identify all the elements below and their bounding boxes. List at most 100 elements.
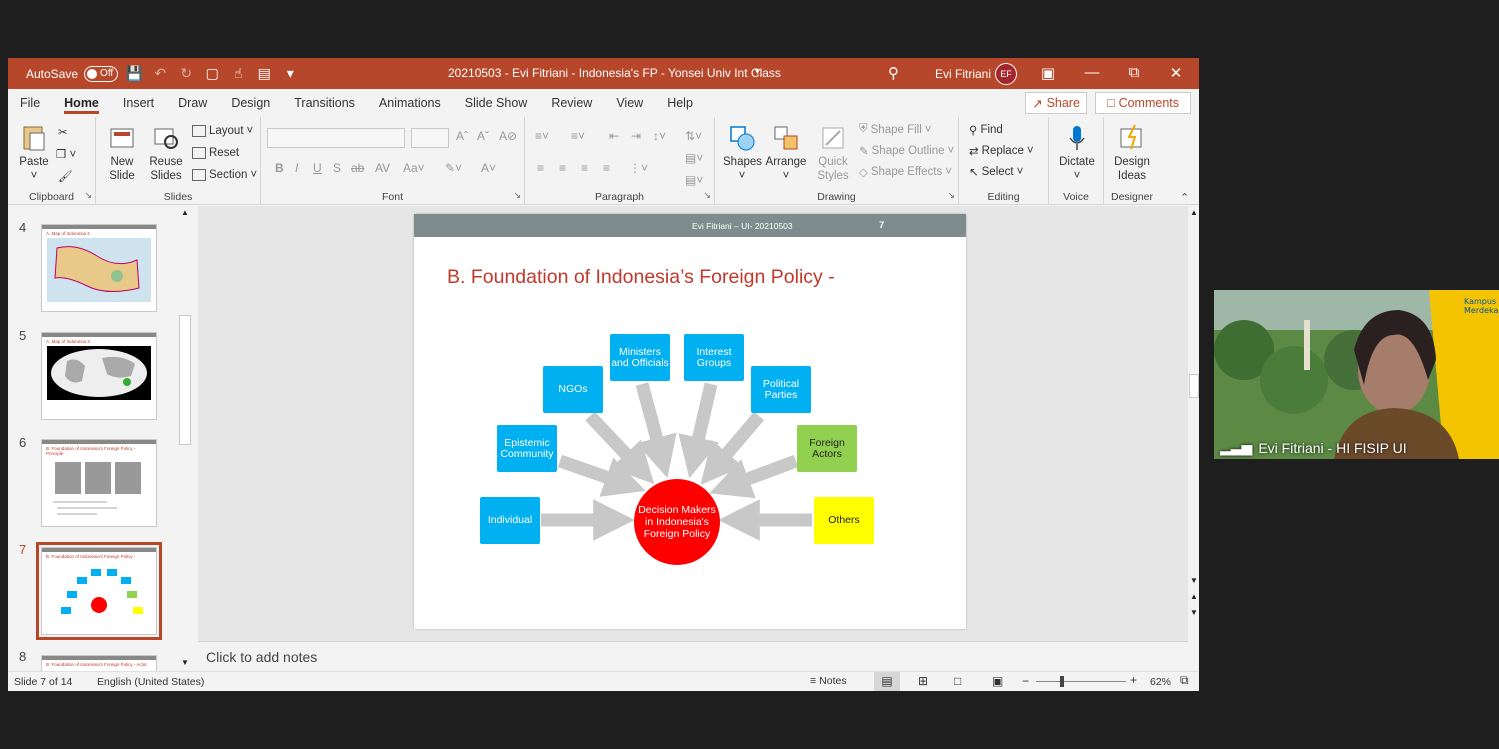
- node-ngos[interactable]: NGOs: [543, 366, 603, 413]
- copy-icon[interactable]: ❐ ˅: [56, 147, 76, 161]
- quick-styles-button[interactable]: Quick Styles: [811, 123, 855, 183]
- close-icon[interactable]: ✕: [1166, 64, 1186, 82]
- shapes-button[interactable]: Shapes ˅: [723, 123, 762, 183]
- bold-icon[interactable]: B: [275, 161, 284, 175]
- numbering-icon[interactable]: ≡˅: [571, 129, 585, 143]
- comments-button[interactable]: □ Comments: [1095, 92, 1191, 114]
- bullets-icon[interactable]: ≡˅: [535, 129, 549, 143]
- find-button[interactable]: ⚲ Find: [969, 123, 1003, 137]
- save-icon[interactable]: 💾: [124, 65, 144, 82]
- slide-canvas[interactable]: Evi Fitriani – UI- 20210503 7 B. Foundat…: [414, 214, 966, 629]
- previous-slide-icon[interactable]: ▲: [1190, 592, 1198, 601]
- tab-file[interactable]: File: [8, 89, 52, 117]
- node-foreign-actors[interactable]: Foreign Actors: [797, 425, 857, 472]
- node-others[interactable]: Others: [814, 497, 874, 544]
- thumbnail-scrollbar[interactable]: ▲ ▼: [177, 208, 193, 669]
- slideshow-icon[interactable]: ▣: [992, 674, 1003, 688]
- ribbon-display-icon[interactable]: ▣: [1038, 64, 1058, 82]
- increase-indent-icon[interactable]: ⇥: [631, 129, 641, 143]
- format-painter-icon[interactable]: 🖌: [58, 169, 73, 183]
- font-color-icon[interactable]: A˅: [481, 161, 496, 175]
- autosave-toggle[interactable]: Off: [84, 65, 119, 82]
- slide-thumbnail-7[interactable]: B. Foundation of Indonesia's Foreign Pol…: [36, 542, 162, 640]
- increase-font-icon[interactable]: Aˆ: [456, 129, 468, 143]
- scroll-down-icon[interactable]: ▼: [181, 658, 189, 667]
- minimize-icon[interactable]: —: [1082, 64, 1102, 81]
- tab-help[interactable]: Help: [655, 89, 705, 117]
- scroll-up-icon[interactable]: ▲: [1190, 208, 1198, 217]
- font-name-combo[interactable]: [267, 128, 405, 148]
- customize-qat-icon[interactable]: ▾: [280, 65, 300, 82]
- shape-effects-button[interactable]: ◇ Shape Effects ˅: [859, 165, 952, 179]
- reset-button[interactable]: Reset: [192, 147, 239, 159]
- slide-thumbnail-4[interactable]: A. Map of Indonesia 2: [41, 224, 157, 312]
- spacing-icon[interactable]: AV: [375, 161, 390, 175]
- tab-view[interactable]: View: [604, 89, 655, 117]
- decrease-font-icon[interactable]: Aˇ: [477, 129, 489, 143]
- scrollbar-thumb[interactable]: [1189, 374, 1199, 398]
- clear-format-icon[interactable]: A⊘: [499, 129, 517, 143]
- align-right-icon[interactable]: ≡: [581, 161, 588, 175]
- dialog-launcher-icon[interactable]: ↘: [84, 190, 92, 201]
- avatar[interactable]: EF: [995, 63, 1017, 85]
- notes-button[interactable]: ≡ Notes: [810, 675, 847, 687]
- tab-transitions[interactable]: Transitions: [282, 89, 367, 117]
- notes-pane[interactable]: Click to add notes: [198, 641, 1188, 671]
- next-slide-icon[interactable]: ▼: [1190, 608, 1198, 617]
- line-spacing-icon[interactable]: ↕˅: [653, 129, 666, 143]
- layout-icon[interactable]: ▤: [254, 65, 274, 82]
- paste-button[interactable]: Paste ˅: [18, 123, 50, 183]
- tab-draw[interactable]: Draw: [166, 89, 219, 117]
- tab-home[interactable]: Home: [52, 89, 111, 117]
- justify-icon[interactable]: ≡: [603, 161, 610, 175]
- select-button[interactable]: ↖ Select ˅: [969, 165, 1023, 179]
- zoom-slider[interactable]: [1036, 681, 1126, 682]
- slide-thumbnail-8[interactable]: B. Foundation of Indonesia's Foreign Pol…: [41, 655, 157, 671]
- columns-icon[interactable]: ⋮˅: [629, 161, 648, 175]
- touch-mode-icon[interactable]: ☝: [228, 65, 248, 82]
- zoom-slider-thumb[interactable]: [1060, 676, 1064, 687]
- slide-thumbnail-6[interactable]: B. Foundation of Indonesia's Foreign Pol…: [41, 439, 157, 527]
- share-button[interactable]: ↗ Share: [1025, 92, 1087, 114]
- paragraph-launcher-icon[interactable]: ↘: [703, 190, 711, 201]
- undo-icon[interactable]: ↶: [150, 65, 170, 82]
- design-ideas-button[interactable]: Design Ideas: [1108, 123, 1156, 183]
- font-size-combo[interactable]: [411, 128, 449, 148]
- align-text-icon[interactable]: ▤˅: [685, 151, 703, 165]
- arrange-button[interactable]: Arrange ˅: [765, 123, 807, 183]
- font-launcher-icon[interactable]: ↘: [513, 190, 521, 201]
- restore-icon[interactable]: ⧉: [1124, 64, 1144, 81]
- node-decision-makers[interactable]: Decision Makers in Indonesia's Foreign P…: [634, 479, 720, 565]
- layout-button[interactable]: Layout ˅: [192, 125, 253, 137]
- italic-icon[interactable]: I: [295, 161, 298, 175]
- slide-sorter-icon[interactable]: ⊞: [918, 674, 928, 688]
- shadow-icon[interactable]: S: [333, 161, 341, 175]
- tab-slide-show[interactable]: Slide Show: [453, 89, 540, 117]
- scrollbar-thumb[interactable]: [179, 315, 191, 445]
- redo-icon[interactable]: ↻: [176, 65, 196, 82]
- new-slide-button[interactable]: New Slide: [102, 123, 142, 183]
- replace-button[interactable]: ⇄ Replace ˅: [969, 144, 1034, 158]
- zoom-level[interactable]: 62%: [1150, 676, 1171, 688]
- cut-icon[interactable]: ✂: [58, 125, 68, 139]
- change-case-icon[interactable]: Aa˅: [403, 161, 425, 175]
- node-epistemic-community[interactable]: Epistemic Community: [497, 425, 557, 472]
- zoom-in-icon[interactable]: +: [1130, 673, 1137, 687]
- drawing-launcher-icon[interactable]: ↘: [947, 190, 955, 201]
- node-political-parties[interactable]: Political Parties: [751, 366, 811, 413]
- shape-fill-button[interactable]: ⛨ Shape Fill ˅: [859, 123, 931, 136]
- text-direction-icon[interactable]: ⇅˅: [685, 129, 702, 143]
- align-left-icon[interactable]: ≡: [537, 161, 544, 175]
- highlight-icon[interactable]: ✎˅: [445, 161, 462, 175]
- chevron-down-icon[interactable]: ▼: [753, 66, 762, 76]
- user-name[interactable]: Evi Fitriani: [935, 67, 991, 81]
- zoom-out-icon[interactable]: −: [1022, 674, 1029, 688]
- tab-animations[interactable]: Animations: [367, 89, 453, 117]
- tab-insert[interactable]: Insert: [111, 89, 166, 117]
- dictate-button[interactable]: Dictate ˅: [1055, 123, 1099, 183]
- scroll-up-icon[interactable]: ▲: [181, 208, 189, 217]
- node-interest-groups[interactable]: Interest Groups: [684, 334, 744, 381]
- normal-view-icon[interactable]: ▤: [874, 672, 900, 691]
- tab-review[interactable]: Review: [539, 89, 604, 117]
- reuse-slides-button[interactable]: Reuse Slides: [146, 123, 186, 183]
